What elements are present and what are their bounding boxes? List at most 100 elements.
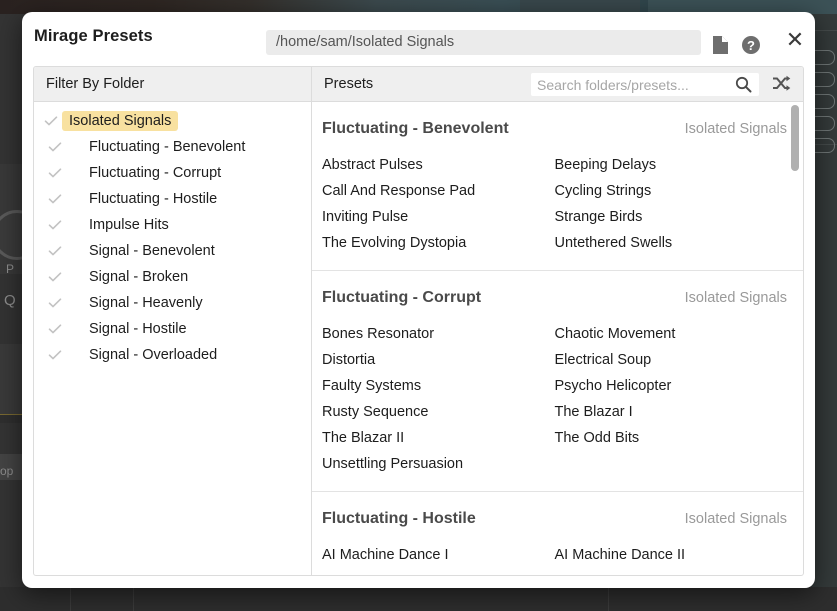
preset-item[interactable]: The Blazar II [322, 425, 555, 451]
folder-item-signal-hostile[interactable]: Signal - Hostile [34, 316, 311, 342]
folder-item-label: Fluctuating - Hostile [89, 191, 218, 207]
preset-column-1: AI Machine Dance I [322, 542, 555, 568]
folder-item-label: Fluctuating - Benevolent [89, 139, 246, 155]
preset-item[interactable]: Faulty Systems [322, 373, 555, 399]
preset-column-1: Bones Resonator Distortia Faulty Systems Ru… [322, 321, 555, 477]
presets-scrollbar[interactable] [791, 103, 801, 575]
preset-group: Fluctuating - Benevolent Isolated Signals… [312, 102, 803, 271]
folder-item-fluctuating-hostile[interactable]: Fluctuating - Hostile [34, 186, 311, 212]
preset-column-2: Beeping Delays Cycling Strings Strange Bir… [555, 152, 788, 256]
folder-item-isolated-signals[interactable]: Isolated Signals [34, 108, 311, 134]
folder-item-fluctuating-benevolent[interactable]: Fluctuating - Benevolent [34, 134, 311, 160]
preset-path-field[interactable]: /home/sam/Isolated Signals [266, 30, 701, 55]
preset-item[interactable]: Beeping Delays [555, 152, 788, 178]
preset-item[interactable]: The Odd Bits [555, 425, 788, 451]
preset-group-folder: Isolated Signals [684, 121, 787, 137]
preset-item[interactable]: Strange Birds [555, 204, 788, 230]
background-bottom-divider [70, 587, 71, 611]
check-icon[interactable] [46, 140, 64, 154]
check-icon[interactable] [46, 244, 64, 258]
preset-group-header: Fluctuating - Hostile Isolated Signals [322, 510, 787, 528]
preset-item[interactable]: The Blazar I [555, 399, 788, 425]
check-icon[interactable] [46, 192, 64, 206]
presets-panel-header: Presets [312, 67, 803, 102]
preset-group-header: Fluctuating - Corrupt Isolated Signals [322, 289, 787, 307]
preset-item[interactable]: AI Machine Dance II [555, 542, 788, 568]
search-input[interactable] [531, 73, 729, 96]
check-icon[interactable] [46, 218, 64, 232]
preset-item[interactable]: Distortia [322, 347, 555, 373]
preset-group-header: Fluctuating - Benevolent Isolated Signals [322, 120, 787, 138]
shuffle-icon[interactable] [772, 75, 792, 93]
preset-group-title: Fluctuating - Corrupt [322, 289, 482, 306]
file-icon[interactable] [710, 34, 730, 56]
preset-item[interactable]: Bones Resonator [322, 321, 555, 347]
folder-item-label: Signal - Hostile [89, 321, 187, 337]
preset-columns: Abstract Pulses Call And Response Pad Invi… [322, 152, 787, 256]
preset-item[interactable]: Chaotic Movement [555, 321, 788, 347]
preset-item[interactable]: The Evolving Dystopia [322, 230, 555, 256]
search-icon[interactable] [735, 76, 752, 98]
preset-item[interactable]: Electrical Soup [555, 347, 788, 373]
background-left-label-q: Q [4, 292, 16, 309]
folder-item-label: Isolated Signals [62, 111, 179, 131]
folder-item-signal-heavenly[interactable]: Signal - Heavenly [34, 290, 311, 316]
folder-item-label: Signal - Heavenly [89, 295, 203, 311]
preset-groups: Fluctuating - Benevolent Isolated Signals… [312, 102, 803, 575]
preset-item[interactable]: Abstract Pulses [322, 152, 555, 178]
folder-item-impulse-hits[interactable]: Impulse Hits [34, 212, 311, 238]
folder-item-label: Signal - Overloaded [89, 347, 218, 363]
folder-list[interactable]: Isolated Signals Fluctuating - Benevolent… [34, 102, 311, 575]
dialog-body: Filter By Folder Isolated Signals Fluctua… [33, 66, 804, 576]
preset-column-2: Chaotic Movement Electrical Soup Psycho He… [555, 321, 788, 477]
check-icon[interactable] [46, 270, 64, 284]
folder-item-signal-benevolent[interactable]: Signal - Benevolent [34, 238, 311, 264]
presets-panel: Presets Search folders/presets... Fluctu… [312, 67, 803, 575]
preset-group-folder: Isolated Signals [684, 290, 787, 306]
preset-item[interactable]: Inviting Pulse [322, 204, 555, 230]
preset-item[interactable]: Unsettling Persuasion [322, 451, 555, 477]
folder-item-label: Signal - Broken [89, 269, 189, 285]
close-glyph: ✕ [785, 28, 805, 53]
preset-group-folder: Isolated Signals [684, 511, 787, 527]
check-icon[interactable] [46, 348, 64, 362]
preset-columns: Bones Resonator Distortia Faulty Systems Ru… [322, 321, 787, 477]
search-box[interactable] [531, 73, 759, 96]
close-icon[interactable]: ✕ [783, 29, 807, 53]
preset-columns: AI Machine Dance I AI Machine Dance II [322, 542, 787, 568]
check-icon[interactable] [42, 114, 60, 128]
folder-item-fluctuating-corrupt[interactable]: Fluctuating - Corrupt [34, 160, 311, 186]
folder-item-signal-broken[interactable]: Signal - Broken [34, 264, 311, 290]
mirage-presets-dialog: Mirage Presets /home/sam/Isolated Signal… [22, 12, 815, 588]
filter-by-folder-panel: Filter By Folder Isolated Signals Fluctua… [34, 67, 312, 575]
check-icon[interactable] [46, 166, 64, 180]
presets-scroll-area[interactable]: Fluctuating - Benevolent Isolated Signals… [312, 102, 803, 575]
filter-panel-header: Filter By Folder [34, 67, 311, 102]
help-icon[interactable]: ? [740, 34, 762, 56]
background-left-label-op: op [0, 464, 14, 478]
dialog-title-bar: Mirage Presets /home/sam/Isolated Signal… [22, 12, 815, 64]
check-icon[interactable] [46, 296, 64, 310]
check-icon[interactable] [46, 322, 64, 336]
presets-panel-title: Presets [324, 76, 374, 92]
folder-item-label: Fluctuating - Corrupt [89, 165, 222, 181]
presets-scrollbar-thumb[interactable] [791, 105, 799, 171]
preset-group: Fluctuating - Corrupt Isolated Signals Bon… [312, 271, 803, 492]
preset-item[interactable]: AI Machine Dance I [322, 542, 555, 568]
preset-item[interactable]: Call And Response Pad [322, 178, 555, 204]
preset-group-title: Fluctuating - Benevolent [322, 120, 509, 137]
preset-column-1: Abstract Pulses Call And Response Pad Invi… [322, 152, 555, 256]
preset-item[interactable]: Psycho Helicopter [555, 373, 788, 399]
screen: P Q op Mirage Presets /home/sam/Isolated… [0, 0, 837, 611]
background-bottom-divider [608, 587, 609, 611]
folder-item-label: Impulse Hits [89, 217, 169, 233]
preset-item[interactable]: Rusty Sequence [322, 399, 555, 425]
background-bottom-bar [0, 587, 837, 611]
preset-item[interactable]: Cycling Strings [555, 178, 788, 204]
folder-item-signal-overloaded[interactable]: Signal - Overloaded [34, 342, 311, 368]
background-bottom-divider [133, 587, 134, 611]
folder-item-label: Signal - Benevolent [89, 243, 215, 259]
preset-item[interactable]: Untethered Swells [555, 230, 788, 256]
svg-text:?: ? [747, 38, 755, 53]
preset-column-2: AI Machine Dance II [555, 542, 788, 568]
